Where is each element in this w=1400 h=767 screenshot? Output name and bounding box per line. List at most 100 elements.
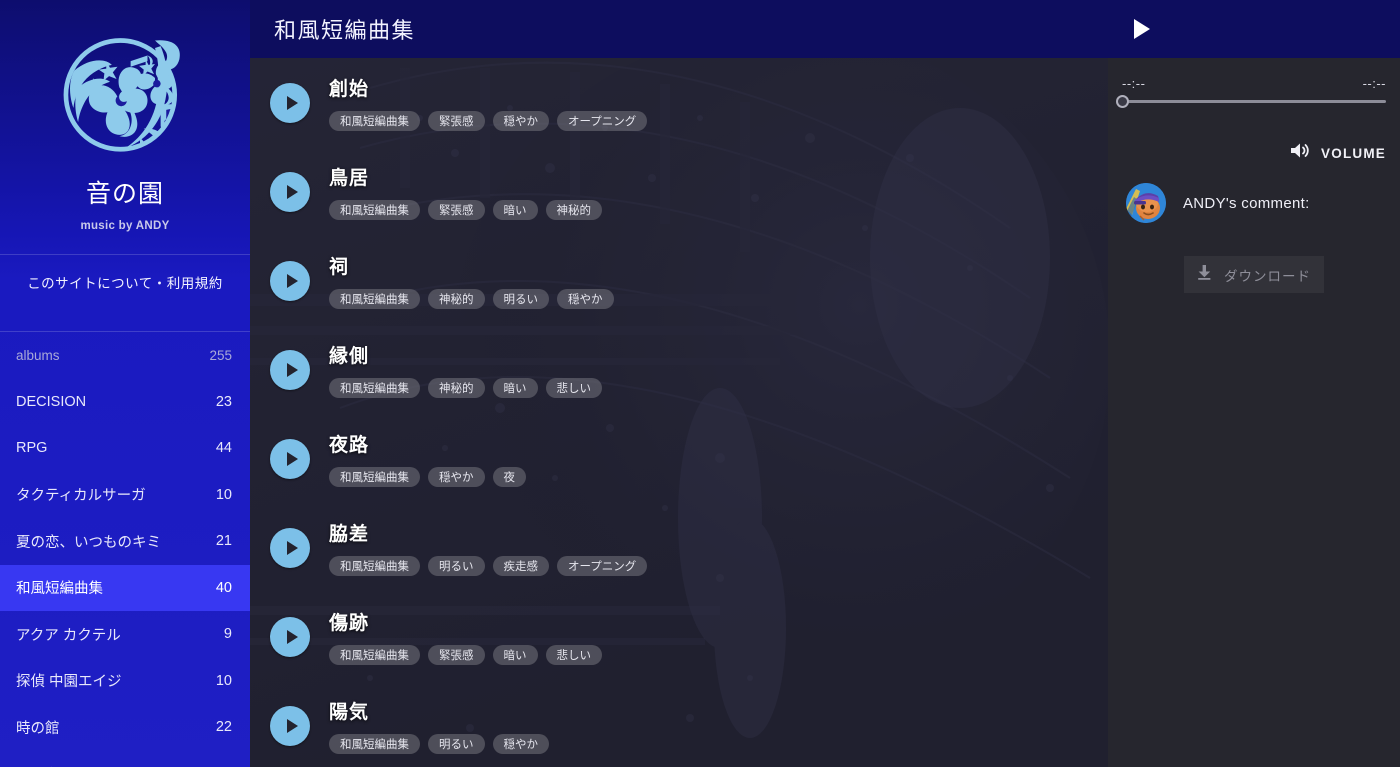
download-label: ダウンロード [1224, 268, 1311, 284]
track-tag[interactable]: 悲しい [545, 645, 602, 665]
track-play-icon[interactable] [270, 350, 310, 390]
track-tag[interactable]: 和風短編曲集 [329, 556, 420, 576]
track-tag[interactable]: 和風短編曲集 [329, 734, 420, 754]
play-triangle-icon [286, 541, 298, 555]
track-row[interactable]: 陽気和風短編曲集 明るい 穏やか [250, 681, 1108, 767]
seek-bar[interactable] [1108, 91, 1400, 108]
track-play-icon[interactable] [270, 261, 310, 301]
play-triangle-icon [286, 96, 298, 110]
sidebar-item-count: 21 [215, 533, 232, 550]
track-row[interactable]: 創始和風短編曲集 緊張感 穏やか オープニング [250, 58, 1108, 147]
track-tag[interactable]: 暗い [492, 378, 538, 398]
track-body: 傷跡和風短編曲集 緊張感 暗い 悲しい [329, 592, 602, 665]
track-tag[interactable]: 和風短編曲集 [329, 645, 420, 665]
track-tag[interactable]: オープニング [557, 556, 648, 576]
track-row[interactable]: 夜路和風短編曲集 穏やか夜 [250, 414, 1108, 503]
sidebar-item-album[interactable]: アクア カクテル 9 [0, 611, 250, 658]
sidebar-item-album[interactable]: RPG 44 [0, 425, 250, 472]
player-panel: --:-- --:-- VOLUME ANDY's comment: ダウンロー… [1108, 0, 1400, 767]
track-tag[interactable]: 緊張感 [428, 645, 485, 665]
track-tag[interactable]: 神秘的 [428, 289, 485, 309]
play-icon[interactable] [1134, 19, 1150, 39]
play-triangle-icon [286, 630, 298, 644]
track-tag[interactable]: 緊張感 [428, 200, 485, 220]
track-play-icon[interactable] [270, 83, 310, 123]
track-play-icon[interactable] [270, 528, 310, 568]
track-body: 夜路和風短編曲集 穏やか夜 [329, 414, 526, 487]
sidebar-item-label: アクア カクテル [16, 627, 121, 644]
sidebar-item-count: 44 [215, 440, 232, 457]
download-row: ダウンロード [1108, 256, 1400, 293]
sidebar-item-album[interactable]: 探偵 中園エイジ 10 [0, 658, 250, 705]
track-tag[interactable]: 和風短編曲集 [329, 289, 420, 309]
track-play-icon[interactable] [270, 617, 310, 657]
track-tag[interactable]: 和風短編曲集 [329, 200, 420, 220]
album-list: albums 255 DECISION 23 RPG 44 タクティカルサーガ 10 夏の恋… [0, 332, 250, 767]
track-tag[interactable]: 明るい [428, 734, 485, 754]
track-title[interactable]: 創始 [329, 74, 647, 101]
play-triangle-icon [286, 363, 298, 377]
seek-thumb[interactable] [1116, 95, 1129, 108]
track-tag[interactable]: 穏やか [492, 111, 549, 131]
brand-subtitle: music by ANDY [80, 220, 170, 232]
sidebar-item-album[interactable]: 和風短編曲集 40 [0, 564, 250, 611]
track-tag[interactable]: 和風短編曲集 [329, 111, 420, 131]
track-title[interactable]: 縁側 [329, 341, 602, 368]
track-tag-row: 和風短編曲集 緊張感 暗い 神秘的 [329, 200, 602, 220]
sidebar-item-count: 23 [215, 393, 232, 410]
track-play-icon[interactable] [270, 172, 310, 212]
track-body: 縁側和風短編曲集 神秘的 暗い 悲しい [329, 325, 602, 398]
track-tag[interactable]: 暗い [492, 200, 538, 220]
track-tag[interactable]: 穏やか [557, 289, 614, 309]
track-tag[interactable]: 疾走感 [492, 556, 549, 576]
track-tag[interactable]: 穏やか [428, 467, 485, 487]
album-header: 和風短編曲集 [250, 0, 1108, 58]
albums-header-count: 255 [209, 347, 232, 363]
track-tag[interactable]: 和風短編曲集 [329, 467, 420, 487]
sidebar-item-label: 和風短編曲集 [16, 581, 103, 598]
track-tag[interactable]: 夜 [492, 467, 526, 487]
track-tag[interactable]: 緊張感 [428, 111, 485, 131]
music-player-app: 音の園 music by ANDY このサイトについて・利用規約 albums … [0, 0, 1400, 767]
site-info-link[interactable]: このサイトについて・利用規約 [0, 255, 250, 309]
albums-header-row: albums 255 [0, 332, 250, 379]
track-tag[interactable]: 穏やか [492, 734, 549, 754]
play-triangle-icon [286, 719, 298, 733]
track-tag[interactable]: 暗い [492, 645, 538, 665]
track-list[interactable]: 創始 和風短編曲集 緊張感 穏やか オープニング 鳥居 和風短編曲集 緊張感 暗い 神秘的祠和風短… [250, 58, 1108, 767]
track-row[interactable]: 脇差和風短編曲集 明るい 疾走感 オープニング [250, 503, 1108, 592]
track-tag[interactable]: 神秘的 [428, 378, 485, 398]
sidebar-item-count: 10 [215, 672, 232, 689]
track-row[interactable]: 傷跡和風短編曲集 緊張感 暗い 悲しい [250, 592, 1108, 681]
seek-track[interactable] [1116, 95, 1386, 108]
track-play-icon[interactable] [270, 706, 310, 746]
track-tag[interactable]: 神秘的 [545, 200, 602, 220]
track-play-icon[interactable] [270, 439, 310, 479]
track-body: 創始和風短編曲集 緊張感 穏やか オープニング [329, 58, 648, 131]
sidebar-item-count: 10 [215, 486, 232, 503]
sidebar-item-album[interactable]: 時の館 22 [0, 704, 250, 751]
speaker-volume-icon[interactable] [1289, 141, 1311, 165]
sidebar-item-album[interactable]: タクティカルサーガ 10 [0, 472, 250, 519]
track-row[interactable]: 祠和風短編曲集 神秘的 明るい 穏やか [250, 236, 1108, 325]
track-title[interactable]: 傷跡 [329, 608, 602, 635]
download-button[interactable]: ダウンロード [1184, 256, 1324, 293]
track-row[interactable]: 縁側和風短編曲集 神秘的 暗い 悲しい [250, 325, 1108, 414]
track-title[interactable]: 脇差 [329, 519, 647, 546]
track-title[interactable]: 陽気 [329, 697, 549, 724]
track-tag[interactable]: 悲しい [545, 378, 602, 398]
sidebar-item-album[interactable]: 夏の恋、いつものキミ 21 [0, 518, 250, 565]
volume-control[interactable]: VOLUME [1108, 141, 1400, 165]
sidebar: 音の園 music by ANDY このサイトについて・利用規約 albums … [0, 0, 250, 767]
track-tag[interactable]: 和風短編曲集 [329, 378, 420, 398]
track-tag[interactable]: 明るい [428, 556, 485, 576]
sidebar-item-count: 40 [215, 579, 232, 596]
sidebar-item-album[interactable]: エレクトロン8 [0, 751, 250, 767]
track-tag[interactable]: 明るい [492, 289, 549, 309]
track-title[interactable]: 鳥居 [329, 163, 602, 190]
track-title[interactable]: 夜路 [329, 430, 526, 457]
track-title[interactable]: 祠 [329, 252, 614, 279]
track-tag[interactable]: オープニング [557, 111, 648, 131]
sidebar-item-album[interactable]: DECISION 23 [0, 379, 250, 426]
track-row[interactable]: 鳥居和風短編曲集 緊張感 暗い 神秘的 [250, 147, 1108, 236]
